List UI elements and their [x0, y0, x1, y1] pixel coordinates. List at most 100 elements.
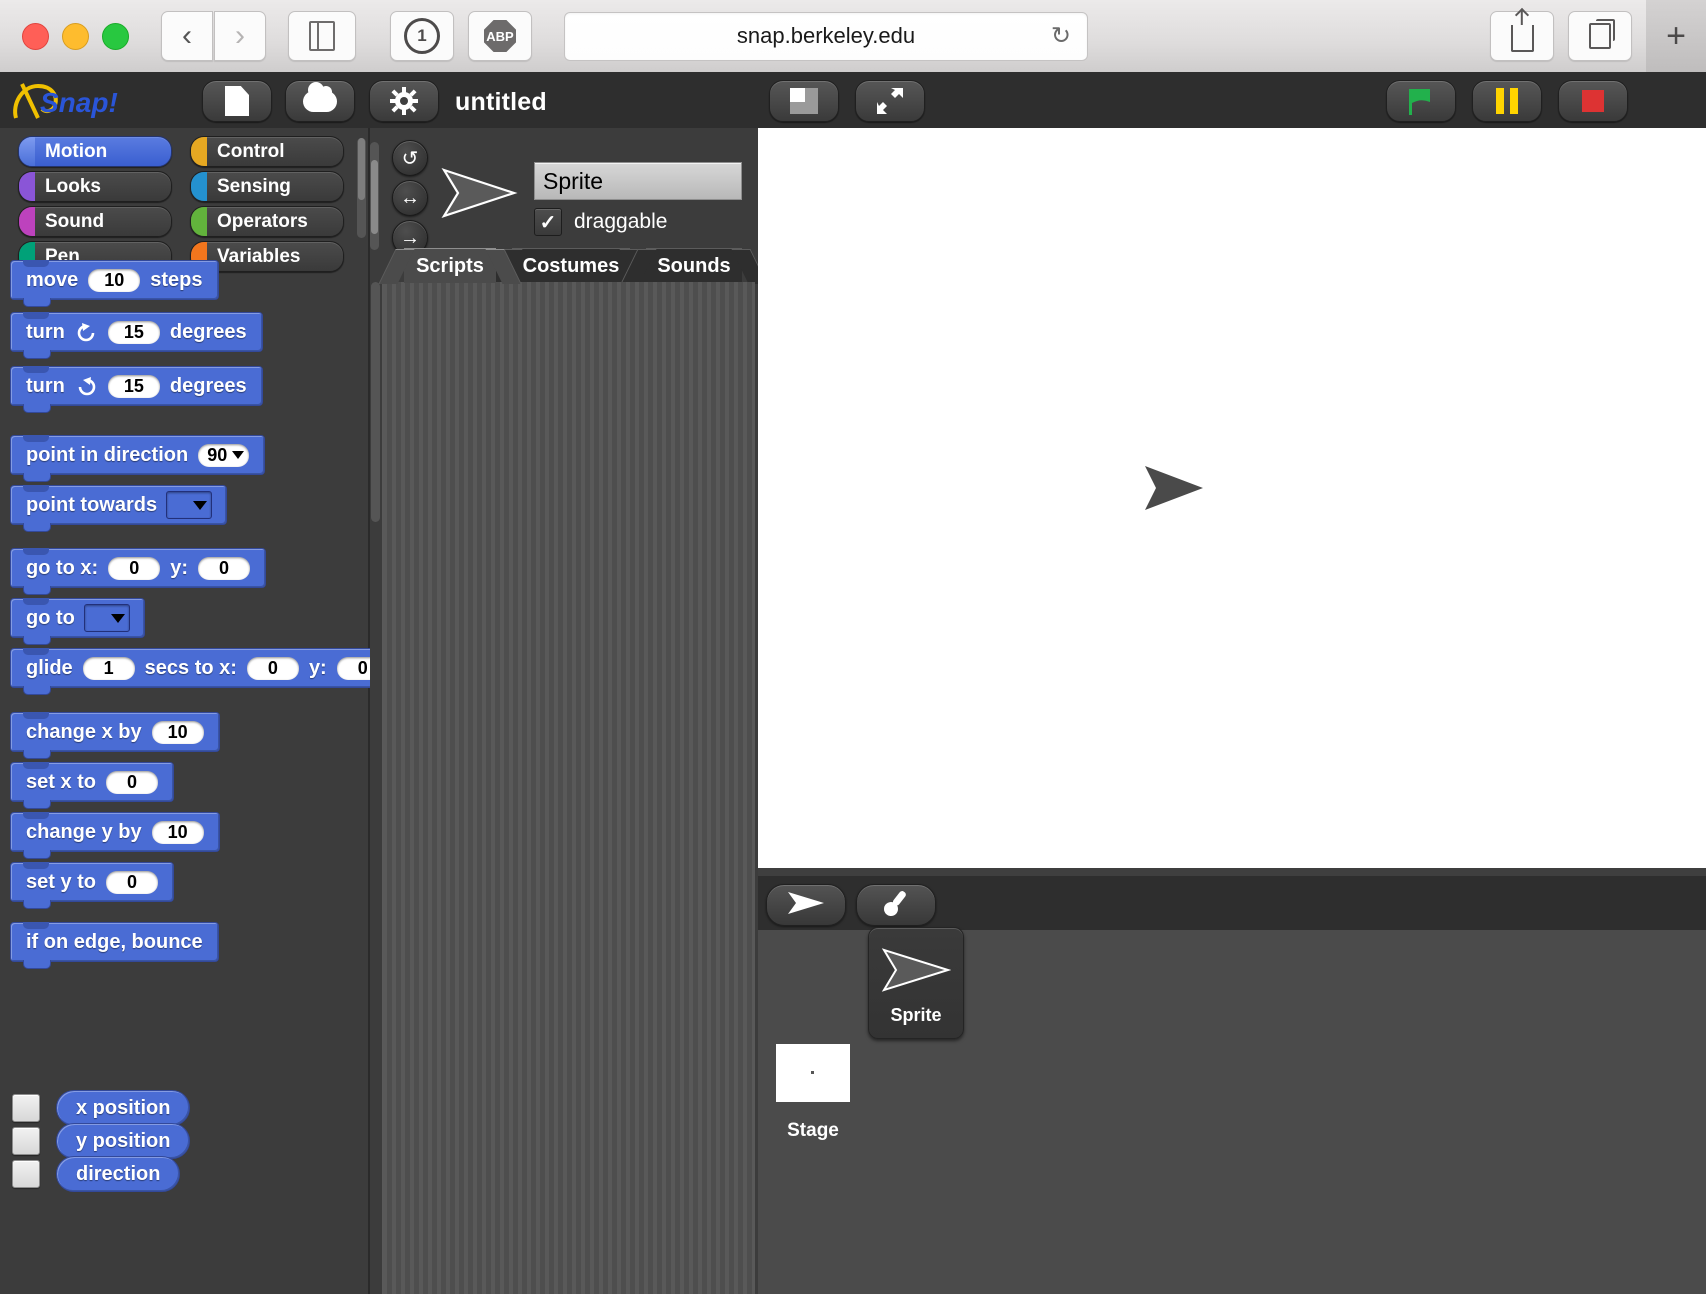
paint-new-sprite-button[interactable] [856, 884, 936, 926]
block-input-slot[interactable]: 0 [106, 770, 159, 794]
category-button-control[interactable]: Control [190, 136, 344, 167]
snap-ide: Snap! untitled Motion Control Looks Sens… [0, 72, 1706, 1294]
block-input-slot[interactable]: 10 [151, 820, 204, 844]
sidebar-toggle-button[interactable] [288, 11, 356, 61]
rotate-left-right-button[interactable]: ↔ [392, 180, 428, 216]
block-dropdown-box[interactable] [166, 491, 213, 519]
block-change-y-by[interactable]: change y by 10 [10, 812, 220, 859]
block-input-slot[interactable]: 0 [246, 656, 299, 680]
block-input-slot[interactable]: 10 [88, 268, 141, 292]
block-label: degrees [169, 320, 247, 343]
block-turn-right[interactable]: turn 15 degrees [10, 312, 263, 359]
block-input-slot[interactable]: 0 [106, 870, 159, 894]
tab-overview-button[interactable] [1568, 11, 1632, 61]
reload-icon[interactable]: ↻ [1051, 22, 1071, 51]
url-text: snap.berkeley.edu [736, 23, 916, 48]
block-change-x-by[interactable]: change x by 10 [10, 712, 220, 759]
block-point-towards[interactable]: point towards [10, 485, 228, 532]
block-input-slot[interactable]: 1 [82, 656, 135, 680]
green-flag-button[interactable] [1386, 80, 1456, 122]
stop-button[interactable] [1558, 80, 1628, 122]
tab-costumes[interactable]: Costumes [486, 248, 656, 284]
block-go-to[interactable]: go to [10, 598, 145, 645]
watcher-checkbox-x-position[interactable] [12, 1094, 40, 1122]
category-button-motion[interactable]: Motion [18, 136, 172, 167]
onepassword-extension-button[interactable]: 1 [390, 11, 454, 61]
category-button-looks[interactable]: Looks [18, 171, 172, 202]
corral-sprite-item[interactable]: Sprite [868, 927, 964, 1039]
stage-size-button[interactable] [769, 80, 839, 122]
block-label: glide [26, 656, 73, 679]
block-go-to-xy[interactable]: go to x: 0 y: 0 [10, 548, 267, 595]
snap-control-bar: Snap! untitled [0, 72, 1706, 128]
draggable-label: draggable [574, 210, 668, 233]
block-label: change y by [26, 820, 142, 843]
share-button[interactable] [1490, 11, 1554, 61]
stage[interactable] [758, 128, 1706, 868]
block-x-position[interactable]: x position [56, 1090, 191, 1126]
tab-overview-icon [1589, 19, 1615, 49]
block-dropdown-slot[interactable]: 90 [198, 443, 250, 467]
category-button-sensing[interactable]: Sensing [190, 171, 344, 202]
block-y-position[interactable]: y position [56, 1123, 191, 1159]
sprite-header: ↺ ↔ → Sprite ✓ draggable [382, 136, 758, 256]
back-button[interactable]: ‹ [161, 11, 213, 61]
palette-scrollbar[interactable] [357, 138, 366, 238]
block-set-y-to[interactable]: set y to 0 [10, 862, 175, 909]
adblock-extension-button[interactable]: ABP [468, 11, 532, 61]
snap-logo[interactable]: Snap! [8, 78, 168, 124]
tab-label: Scripts [416, 254, 484, 277]
category-label: Looks [45, 175, 101, 197]
block-move[interactable]: move 10 steps [10, 260, 219, 307]
block-input-slot[interactable]: 0 [108, 556, 161, 580]
block-input-slot[interactable]: 15 [107, 320, 160, 344]
watcher-checkbox-y-position[interactable] [12, 1127, 40, 1155]
pause-button[interactable] [1472, 80, 1542, 122]
block-turn-left[interactable]: turn 15 degrees [10, 366, 263, 413]
sprite-name-field[interactable]: Sprite [534, 162, 742, 200]
cloud-menu-button[interactable] [285, 80, 355, 122]
category-button-operators[interactable]: Operators [190, 206, 344, 237]
turn-clockwise-icon [77, 322, 95, 341]
corral-stage-item[interactable]: Stage [776, 1044, 886, 1174]
block-point-in-direction[interactable]: point in direction 90 [10, 435, 266, 482]
block-input-slot[interactable]: 15 [107, 374, 160, 398]
window-traffic-lights [22, 22, 129, 50]
settings-menu-button[interactable] [369, 80, 439, 122]
block-if-on-edge-bounce[interactable]: if on edge, bounce [10, 922, 219, 969]
block-glide[interactable]: glide 1 secs to x: 0 y: 0 [10, 648, 405, 695]
sprite-header-scrollbar[interactable] [370, 142, 379, 250]
category-button-sound[interactable]: Sound [18, 206, 172, 237]
scripting-area[interactable] [371, 282, 755, 1294]
fullscreen-button[interactable] [855, 80, 925, 122]
watcher-row-direction: direction [12, 1156, 181, 1192]
draggable-checkbox[interactable]: ✓ [534, 208, 562, 236]
block-input-slot[interactable]: 10 [151, 720, 204, 744]
block-dropdown-box[interactable] [83, 604, 130, 632]
stage-sprite-arrow[interactable] [1143, 463, 1205, 513]
block-label: point in direction [26, 443, 189, 466]
new-sprite-button[interactable] [766, 884, 846, 926]
block-palette: Motion Control Looks Sensing Sound Operators P… [0, 128, 405, 1294]
navigation-buttons: ‹ › [161, 11, 266, 61]
block-input-slot[interactable]: 0 [198, 556, 251, 580]
address-bar[interactable]: snap.berkeley.edu ↻ [564, 11, 1088, 61]
maximize-window-button[interactable] [102, 22, 129, 50]
tab-sounds[interactable]: Sounds [620, 248, 768, 284]
new-tab-button[interactable]: + [1646, 0, 1706, 72]
forward-button[interactable]: › [214, 11, 266, 61]
rotate-freely-button[interactable]: ↺ [392, 140, 428, 176]
sprite-editor-pane: ↺ ↔ → Sprite ✓ draggable Scripts Costume… [370, 128, 768, 1294]
sprite-name-value: Sprite [543, 167, 604, 194]
tab-label: Sounds [657, 254, 731, 277]
category-label: Sound [45, 210, 105, 232]
block-direction[interactable]: direction [56, 1156, 181, 1192]
rotate-none-icon: → [400, 226, 420, 249]
tab-scripts[interactable]: Scripts [378, 248, 522, 284]
scripts-scrollbar[interactable] [371, 282, 380, 522]
close-window-button[interactable] [22, 22, 49, 50]
minimize-window-button[interactable] [62, 22, 89, 50]
block-set-x-to[interactable]: set x to 0 [10, 762, 175, 809]
project-menu-button[interactable] [202, 80, 272, 122]
watcher-checkbox-direction[interactable] [12, 1160, 40, 1188]
